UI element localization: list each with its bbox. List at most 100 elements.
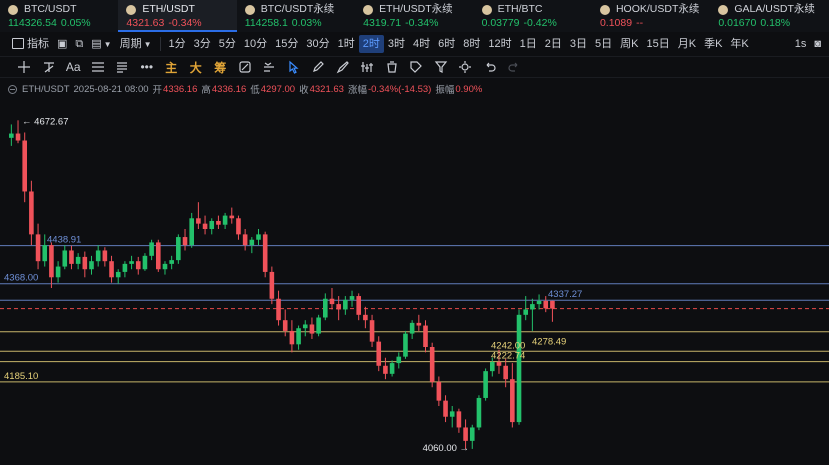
ticker-gala-usdt-[interactable]: GALA/USDT永续 0.01670 0.18% (710, 0, 828, 32)
select-tool[interactable] (282, 57, 307, 77)
candle-body (135, 261, 141, 270)
interval-9[interactable]: 4时 (409, 35, 434, 53)
ticker-btc-usdt-[interactable]: BTC/USDT永续 114258.1 0.03% (237, 0, 355, 32)
filter-tool[interactable] (429, 57, 454, 77)
list-icon (117, 62, 128, 73)
crosshair-tool[interactable] (12, 57, 37, 77)
camera-icon: ◙ (814, 38, 821, 50)
candle-body (156, 242, 161, 270)
list-tool[interactable] (110, 57, 135, 77)
ticker-symbol: ETH/USDT永续 (379, 3, 453, 15)
camera-button[interactable]: ◙ (810, 35, 825, 53)
candle-body (476, 397, 482, 428)
candle-body (383, 365, 388, 374)
ticker-eth-usdt-[interactable]: ETH/USDT永续 4319.71 -0.34% (355, 0, 473, 32)
interval-6[interactable]: 1时 (334, 35, 359, 53)
interval-17[interactable]: 周K (616, 35, 642, 53)
candle-body (516, 314, 522, 423)
ticker-symbol: HOOK/USDT永续 (615, 3, 700, 15)
candle-body (423, 325, 428, 348)
candle-body (409, 322, 415, 334)
indicator-button[interactable]: 指标 (8, 35, 53, 53)
collapse-icon[interactable] (8, 84, 17, 94)
interval-16[interactable]: 5日 (591, 35, 616, 53)
sync-tool[interactable] (233, 57, 258, 77)
candle-body (302, 324, 308, 329)
ticker-price: 0.03779 (481, 17, 520, 29)
redo-button[interactable] (502, 57, 527, 77)
info-amp-label: 振幅 (435, 85, 455, 96)
candle-body (436, 381, 442, 401)
period-dropdown[interactable]: 周期 ▼ (116, 35, 156, 53)
candle-body (62, 250, 68, 267)
candle-body (276, 298, 281, 321)
candle-body (269, 271, 275, 299)
brush-tool[interactable] (331, 57, 356, 77)
gear-icon (459, 61, 472, 73)
brush-icon (336, 61, 349, 74)
info-low: 4297.00 (260, 83, 296, 95)
more-tools-button[interactable]: ••• (135, 57, 160, 77)
interval-20[interactable]: 季K (700, 35, 726, 53)
ticker-symbol: BTC/USDT (24, 3, 77, 15)
low-marker-label: 4060.00 → (423, 443, 469, 454)
ticker-btc-usdt[interactable]: BTC/USDT 114326.54 0.05% (0, 0, 118, 32)
chart-type-button[interactable]: ⧉ (71, 35, 87, 53)
candle-body (490, 362, 495, 372)
delete-tool[interactable] (380, 57, 405, 77)
candle-body (456, 411, 462, 428)
interval-10[interactable]: 6时 (434, 35, 459, 53)
interval-14[interactable]: 2日 (541, 35, 566, 53)
info-open: 4336.16 (163, 83, 198, 95)
ticker-eth-usdt[interactable]: ETH/USDT 4321.63 -0.34% (118, 0, 237, 32)
candle-body (216, 220, 221, 225)
candle-body (289, 330, 295, 345)
fib-tool[interactable] (86, 57, 111, 77)
candlestick-chart[interactable]: 4438.914368.004337.274278.494242.004222.… (0, 96, 829, 465)
interval-11[interactable]: 8时 (459, 35, 484, 53)
candle-body (189, 218, 194, 246)
candle-body (503, 365, 508, 380)
interval-8[interactable]: 3时 (384, 35, 409, 53)
ticker-change: 0.18% (760, 17, 791, 29)
text-tool[interactable]: Aa (61, 57, 86, 77)
undo-button[interactable] (478, 57, 503, 77)
candle-body (102, 250, 108, 262)
big-order-tool[interactable]: 大 (184, 57, 209, 77)
interval-0[interactable]: 1分 (165, 35, 190, 53)
candle-body (356, 296, 361, 315)
refresh-rate-button[interactable]: 1s (791, 35, 811, 53)
interval-7[interactable]: 2时 (358, 35, 384, 53)
info-pair: ETH/USDT (22, 83, 70, 95)
interval-21[interactable]: 年K (726, 35, 752, 53)
main-force-tool[interactable]: 主 (159, 57, 184, 77)
chip-tool[interactable]: 筹 (208, 57, 233, 77)
interval-19[interactable]: 月K (674, 35, 700, 53)
candle-body (403, 333, 408, 357)
layout-button[interactable]: ▤ ▼ (87, 35, 115, 53)
interval-2[interactable]: 5分 (215, 35, 240, 53)
info-close-label: 收 (299, 85, 309, 96)
interval-18[interactable]: 15日 (642, 35, 673, 53)
candle-body (262, 234, 268, 272)
ticker-eth-btc[interactable]: ETH/BTC 0.03779 -0.42% (474, 0, 592, 32)
interval-12[interactable]: 12时 (484, 35, 515, 53)
tag-tool[interactable] (404, 57, 429, 77)
calendar-button[interactable]: ▣ (53, 35, 71, 53)
candle-body (376, 341, 382, 366)
interval-5[interactable]: 30分 (302, 35, 333, 53)
bar-pattern-tool[interactable] (355, 57, 380, 77)
ticker-hook-usdt-[interactable]: HOOK/USDT永续 0.1089 -- (592, 0, 710, 32)
candle-body (343, 299, 348, 310)
pen-icon (313, 61, 325, 72)
interval-4[interactable]: 15分 (271, 35, 302, 53)
pen-tool[interactable] (306, 57, 331, 77)
interval-3[interactable]: 10分 (240, 35, 271, 53)
trend-line-tool[interactable] (37, 57, 62, 77)
layers-tool[interactable] (257, 57, 282, 77)
settings-tool[interactable] (453, 57, 478, 77)
candle-body (22, 140, 27, 192)
interval-1[interactable]: 3分 (190, 35, 215, 53)
interval-15[interactable]: 3日 (566, 35, 591, 53)
interval-13[interactable]: 1日 (516, 35, 541, 53)
